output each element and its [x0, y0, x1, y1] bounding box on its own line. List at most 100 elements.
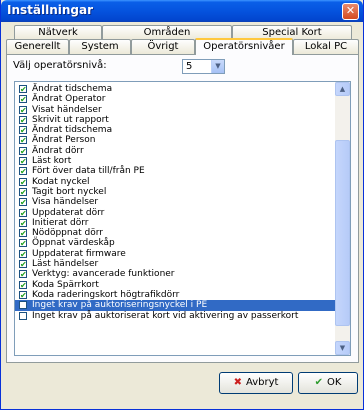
list-item[interactable]: ✔ Uppdaterat firmware [15, 249, 336, 259]
title-bar[interactable]: Inställningar ✕ [1, 0, 363, 22]
permission-label: Initierat dörr [32, 217, 89, 228]
list-item[interactable]: ✔ Kodat nyckel [15, 177, 336, 187]
arrow-up-icon: ▲ [339, 85, 346, 93]
scroll-thumb[interactable] [335, 140, 350, 326]
list-item[interactable]: Inget krav på auktoriseringsnyckel i PE [15, 300, 336, 311]
list-item[interactable]: ✔ Ändrat Operator [15, 94, 336, 104]
arrow-down-icon: ▼ [339, 344, 346, 352]
permission-checkbox[interactable]: ✔ [19, 157, 27, 166]
check-icon: ✔ [314, 377, 323, 388]
x-icon: ✖ [233, 377, 242, 388]
ok-button[interactable]: ✔ OK [298, 372, 358, 394]
list-item[interactable]: ✔ Nödöppnat dörr [15, 228, 336, 238]
ok-label: OK [326, 377, 342, 388]
tab-lokal-pc[interactable]: Lokal PC [293, 39, 359, 54]
tab-row-bottom: Generellt System Övrigt Operatörsnivåer … [6, 38, 359, 55]
cancel-label: Avbryt [245, 377, 279, 388]
scroll-up-button[interactable]: ▲ [335, 82, 350, 96]
permission-label: Inget krav på auktoriseringsnyckel i PE [32, 300, 208, 311]
scrollbar[interactable]: ▲ ▼ [335, 82, 350, 355]
permission-checkbox[interactable]: ✔ [19, 260, 27, 269]
permission-checkbox[interactable]: ✔ [19, 218, 27, 227]
permission-checkbox[interactable]: ✔ [19, 290, 27, 299]
list-item[interactable]: ✔ Koda Spärrkort [15, 280, 336, 290]
operator-level-label: Välj operatörsnivå: [13, 60, 107, 71]
list-item[interactable]: ✔ Ändrat Person [15, 135, 336, 145]
permission-checkbox[interactable]: ✔ [19, 85, 27, 94]
tab-operatorsnivaer[interactable]: Operatörsnivåer [195, 38, 293, 55]
permission-checkbox[interactable]: ✔ [19, 229, 27, 238]
permission-label: Ändrat dörr [32, 145, 84, 156]
permission-label: Koda raderingskort högtrafikdörr [32, 289, 180, 300]
list-item[interactable]: ✔ Visa händelser [15, 197, 336, 207]
permission-checkbox[interactable]: ✔ [19, 167, 27, 176]
permission-checkbox[interactable] [19, 301, 27, 310]
permission-label: Tagit bort nyckel [32, 186, 107, 197]
permission-label: Inget krav på auktoriserat kort vid akti… [32, 310, 299, 321]
permission-label: Uppdaterat firmware [32, 248, 126, 259]
permission-checkbox[interactable]: ✔ [19, 95, 27, 104]
tab-natverk[interactable]: Nätverk [14, 25, 102, 40]
permission-checkbox[interactable]: ✔ [19, 280, 27, 289]
list-item[interactable]: ✔ Initierat dörr [15, 218, 336, 228]
tab-row-top: Nätverk Områden Special Kort [6, 25, 359, 40]
permission-label: Läst kort [32, 156, 72, 167]
settings-window: Inställningar ✕ Nätverk Områden Special … [0, 0, 364, 410]
list-item[interactable]: ✔ Fört över data till/från PE [15, 166, 336, 176]
close-icon: ✕ [345, 4, 356, 17]
window-title: Inställningar [7, 3, 94, 17]
permission-label: Ändrat Operator [32, 94, 106, 105]
permission-label: Visa händelser [32, 197, 99, 208]
permission-label: Koda Spärrkort [32, 279, 99, 290]
permission-label: Ändrat tidschema [32, 84, 113, 94]
permission-checkbox[interactable]: ✔ [19, 239, 27, 248]
permission-checkbox[interactable]: ✔ [19, 146, 27, 155]
permission-label: Kodat nyckel [32, 176, 90, 187]
chevron-down-icon[interactable]: ▼ [211, 60, 224, 73]
list-item[interactable]: ✔ Koda raderingskort högtrafikdörr [15, 290, 336, 300]
permission-checkbox[interactable]: ✔ [19, 105, 27, 114]
close-button[interactable]: ✕ [342, 3, 359, 20]
permission-label: Läst händelser [32, 259, 99, 270]
permission-checkbox[interactable]: ✔ [19, 187, 27, 196]
list-item[interactable]: ✔ Läst kort [15, 156, 336, 166]
list-item[interactable]: ✔ Verktyg: avancerade funktioner [15, 269, 336, 279]
tab-ovrigt[interactable]: Övrigt [131, 39, 195, 54]
permission-checkbox[interactable]: ✔ [19, 177, 27, 186]
operator-level-select[interactable]: 5 ▼ [182, 59, 225, 74]
permission-label: Fört över data till/från PE [32, 166, 145, 177]
list-item[interactable]: ✔ Tagit bort nyckel [15, 187, 336, 197]
permission-checkbox[interactable]: ✔ [19, 198, 27, 207]
list-item[interactable]: ✔ Skrivit ut rapport [15, 115, 336, 125]
list-item[interactable]: ✔ Ändrat tidschema [15, 84, 336, 94]
cancel-button[interactable]: ✖ Avbryt [219, 372, 293, 394]
permission-checkbox[interactable]: ✔ [19, 126, 27, 135]
permissions-items: ✔ Ändrat tidschema ✔ Ändrat Operator ✔ Visat … [15, 84, 336, 321]
permission-checkbox[interactable]: ✔ [19, 136, 27, 145]
list-item[interactable]: ✔ Visat händelser [15, 105, 336, 115]
list-item[interactable]: ✔ Uppdaterat dörr [15, 208, 336, 218]
tab-generellt[interactable]: Generellt [6, 39, 69, 54]
permission-checkbox[interactable]: ✔ [19, 249, 27, 258]
permission-label: Skrivit ut rapport [32, 114, 109, 125]
permission-label: Verktyg: avancerade funktioner [32, 269, 175, 280]
permission-label: Uppdaterat dörr [32, 207, 105, 218]
list-item[interactable]: ✔ Öppnat värdeskåp [15, 238, 336, 248]
permission-label: Nödöppnat dörr [32, 228, 103, 239]
tab-system[interactable]: System [69, 39, 131, 54]
permission-checkbox[interactable]: ✔ [19, 270, 27, 279]
permission-label: Ändrat tidschema [32, 125, 113, 136]
permission-label: Visat händelser [32, 104, 102, 115]
list-item[interactable]: ✔ Läst händelser [15, 259, 336, 269]
list-item[interactable]: ✔ Ändrat tidschema [15, 125, 336, 135]
permission-checkbox[interactable]: ✔ [19, 208, 27, 217]
permission-label: Ändrat Person [32, 135, 96, 146]
permission-label: Öppnat värdeskåp [32, 238, 115, 249]
permission-checkbox[interactable]: ✔ [19, 115, 27, 124]
scroll-down-button[interactable]: ▼ [335, 341, 350, 355]
operator-level-value: 5 [186, 61, 193, 72]
permission-checkbox[interactable] [19, 311, 27, 320]
list-item[interactable]: ✔ Ändrat dörr [15, 146, 336, 156]
list-item[interactable]: Inget krav på auktoriserat kort vid akti… [15, 311, 336, 321]
permissions-list[interactable]: ✔ Ändrat tidschema ✔ Ändrat Operator ✔ Visat … [14, 81, 351, 356]
